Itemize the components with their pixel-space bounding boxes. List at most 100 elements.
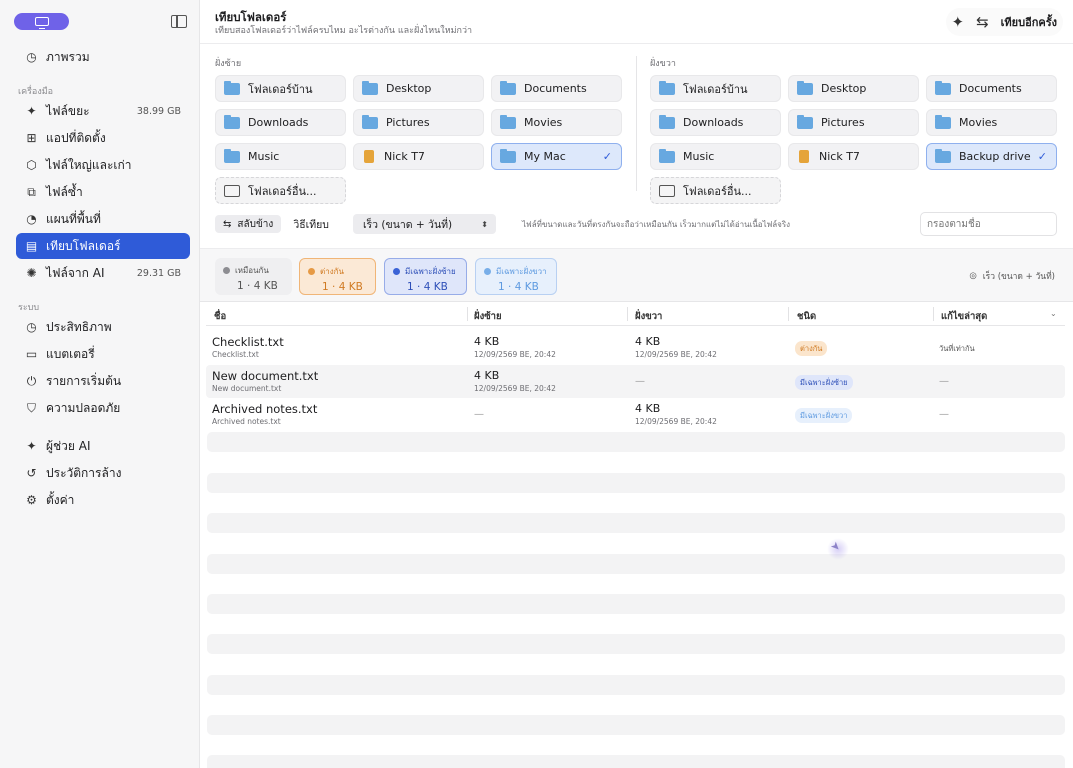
file-name: Archived notes.txt [212, 402, 318, 416]
filter-name-input[interactable] [920, 212, 1057, 236]
right-folder-movies[interactable]: Movies [926, 109, 1057, 136]
status-dot-icon [223, 267, 230, 274]
table-row[interactable]: Checklist.txt Checklist.txt 4 KB 12/09/2… [206, 331, 1065, 364]
page-subtitle: เทียบสองโฟลเดอร์ว่าไฟล์ครบไหม อะไรต่างกั… [215, 26, 473, 36]
sidebar-item-junk[interactable]: ✦ ไฟล์ขยะ 38.99 GB [16, 98, 190, 124]
app-mode-button[interactable] [14, 13, 69, 30]
left-folder-desktop[interactable]: Desktop [353, 75, 484, 102]
sidebar-item-overview[interactable]: ◷ ภาพรวม [16, 44, 190, 70]
folder-icon [500, 148, 516, 163]
col-divider [788, 307, 789, 321]
folder-icon [935, 114, 951, 129]
left-folder-home[interactable]: โฟลเดอร์บ้าน [215, 75, 346, 102]
empty-row [207, 513, 1065, 533]
sidebar-item-label: ประวัติการล้าง [46, 465, 122, 480]
kind-badge: ต่างกัน [795, 341, 828, 356]
chip-value: 1 · 4 KB [322, 281, 363, 293]
col-left[interactable]: ฝั่งซ้าย [474, 309, 502, 324]
sidebar: ◷ ภาพรวม เครื่องมือ ✦ ไฟล์ขยะ 38.99 GB ⊞… [0, 0, 200, 768]
table-row[interactable]: New document.txt New document.txt 4 KB 1… [206, 365, 1065, 398]
folder-label: Music [248, 150, 280, 163]
sidebar-item-compare-folders[interactable]: ▤ เทียบโฟลเดอร์ [16, 233, 190, 259]
empty-row [207, 473, 1065, 493]
left-folder-other[interactable]: โฟลเดอร์อื่น... [215, 177, 346, 204]
mode-indicator: ◎ เร็ว (ขนาด + วันที่) [969, 269, 1055, 283]
sidebar-item-space-map[interactable]: ◔ แผนที่พื้นที่ [16, 206, 190, 232]
sidebar-item-ai-assistant[interactable]: ✦ ผู้ช่วย AI [16, 433, 190, 459]
page-header: เทียบโฟลเดอร์ เทียบสองโฟลเดอร์ว่าไฟล์ครบ… [200, 0, 1073, 44]
chip-label: มีเฉพาะฝั่งขวา [496, 267, 547, 276]
right-folder-other[interactable]: โฟลเดอร์อื่น... [650, 177, 781, 204]
status-dot-icon [308, 268, 315, 275]
left-date: 12/09/2569 BE, 20:42 [474, 384, 556, 393]
sidebar-toggle-icon[interactable] [171, 15, 187, 28]
right-folder-documents[interactable]: Documents [926, 75, 1057, 102]
pane-divider [636, 56, 637, 191]
folder-label: Pictures [386, 116, 430, 129]
section-tools-label: เครื่องมือ [18, 87, 54, 97]
folder-label: Nick T7 [819, 150, 860, 163]
folder-label: โฟลเดอร์อื่น... [683, 184, 752, 198]
sidebar-item-performance[interactable]: ◷ ประสิทธิภาพ [16, 314, 190, 340]
col-right[interactable]: ฝั่งขวา [635, 309, 662, 324]
right-folder-backup-drive[interactable]: Backup drive ✓ [926, 143, 1057, 170]
kind-badge: มีเฉพาะฝั่งซ้าย [795, 375, 853, 390]
copy-icon: ⧉ [27, 184, 36, 199]
ai-sparkle-button[interactable]: ✦ [952, 13, 965, 31]
sidebar-item-security[interactable]: ⛉ ความปลอดภัย [16, 395, 190, 421]
sidebar-item-ai-files[interactable]: ✺ ไฟล์จาก AI 29.31 GB [16, 260, 190, 286]
col-latest[interactable]: แก้ไขล่าสุด [941, 309, 987, 324]
right-folder-home[interactable]: โฟลเดอร์บ้าน [650, 75, 781, 102]
right-folder-pictures[interactable]: Pictures [788, 109, 919, 136]
folder-icon [224, 114, 240, 129]
right-pane-label: ฝั่งขวา [650, 59, 676, 69]
latest-note: วันที่เท่ากัน [939, 344, 975, 353]
right-folder-music[interactable]: Music [650, 143, 781, 170]
right-folder-nick-t7[interactable]: Nick T7 [788, 143, 919, 170]
sidebar-item-startup[interactable]: ⏻ รายการเริ่มต้น [16, 368, 190, 394]
left-folder-pictures[interactable]: Pictures [353, 109, 484, 136]
left-folder-my-mac[interactable]: My Mac ✓ [491, 143, 622, 170]
col-divider [467, 307, 468, 321]
left-date: 12/09/2569 BE, 20:42 [474, 350, 556, 359]
compare-method-select[interactable]: เร็ว (ขนาด + วันที่) ⬍ [352, 214, 496, 234]
chip-same[interactable]: เหมือนกัน 1 · 4 KB [215, 258, 292, 295]
folder-label: Downloads [248, 116, 309, 129]
left-folder-music[interactable]: Music [215, 143, 346, 170]
left-folder-nick-t7[interactable]: Nick T7 [353, 143, 484, 170]
folder-label: โฟลเดอร์บ้าน [248, 82, 313, 96]
file-name: New document.txt [212, 369, 319, 383]
left-folder-documents[interactable]: Documents [491, 75, 622, 102]
sidebar-item-apps[interactable]: ⊞ แอปที่ติดตั้ง [16, 125, 190, 151]
latest-note: — [939, 409, 949, 420]
sidebar-item-label: ตั้งค่า [46, 492, 75, 507]
chip-right-only[interactable]: มีเฉพาะฝั่งขวา 1 · 4 KB [475, 258, 557, 295]
eye-icon: ◎ [969, 271, 977, 281]
table-row[interactable]: Archived notes.txt Archived notes.txt — … [206, 398, 1065, 431]
gear-icon: ⚙ [26, 493, 37, 507]
right-date: 12/09/2569 BE, 20:42 [635, 417, 717, 426]
right-folder-downloads[interactable]: Downloads [650, 109, 781, 136]
sidebar-item-label: เทียบโฟลเดอร์ [46, 238, 121, 253]
sidebar-item-clean-history[interactable]: ↺ ประวัติการล้าง [16, 460, 190, 486]
chip-left-only[interactable]: มีเฉพาะฝั่งซ้าย 1 · 4 KB [384, 258, 467, 295]
right-folder-desktop[interactable]: Desktop [788, 75, 919, 102]
swap-arrows-icon: ⇆ [223, 218, 232, 230]
folder-icon [362, 114, 378, 129]
sidebar-item-battery[interactable]: ▭ แบตเตอรี่ [16, 341, 190, 367]
sidebar-item-settings[interactable]: ⚙ ตั้งค่า [16, 487, 190, 513]
chip-different[interactable]: ต่างกัน 1 · 4 KB [299, 258, 376, 295]
sidebar-item-duplicates[interactable]: ⧉ ไฟล์ซ้ำ [16, 179, 190, 205]
chip-value: 1 · 4 KB [237, 280, 278, 292]
compare-controls: ⇆ สลับข้าง วิธีเทียบ เร็ว (ขนาด + วันที่… [215, 213, 496, 235]
col-kind[interactable]: ชนิด [797, 309, 816, 324]
col-name[interactable]: ชื่อ [214, 309, 226, 324]
sidebar-item-large-files[interactable]: ⬡ ไฟล์ใหญ่และเก่า [16, 152, 190, 178]
left-folder-movies[interactable]: Movies [491, 109, 622, 136]
compare-again-button[interactable]: เทียบอีกครั้ง [1001, 13, 1057, 31]
swap-sides-button[interactable]: ⇆ สลับข้าง [215, 215, 282, 233]
folder-plus-icon [224, 184, 240, 197]
sort-chevron-icon[interactable]: ⌄ [1050, 309, 1057, 318]
left-folder-downloads[interactable]: Downloads [215, 109, 346, 136]
sidebar-item-label: ประสิทธิภาพ [46, 319, 112, 334]
